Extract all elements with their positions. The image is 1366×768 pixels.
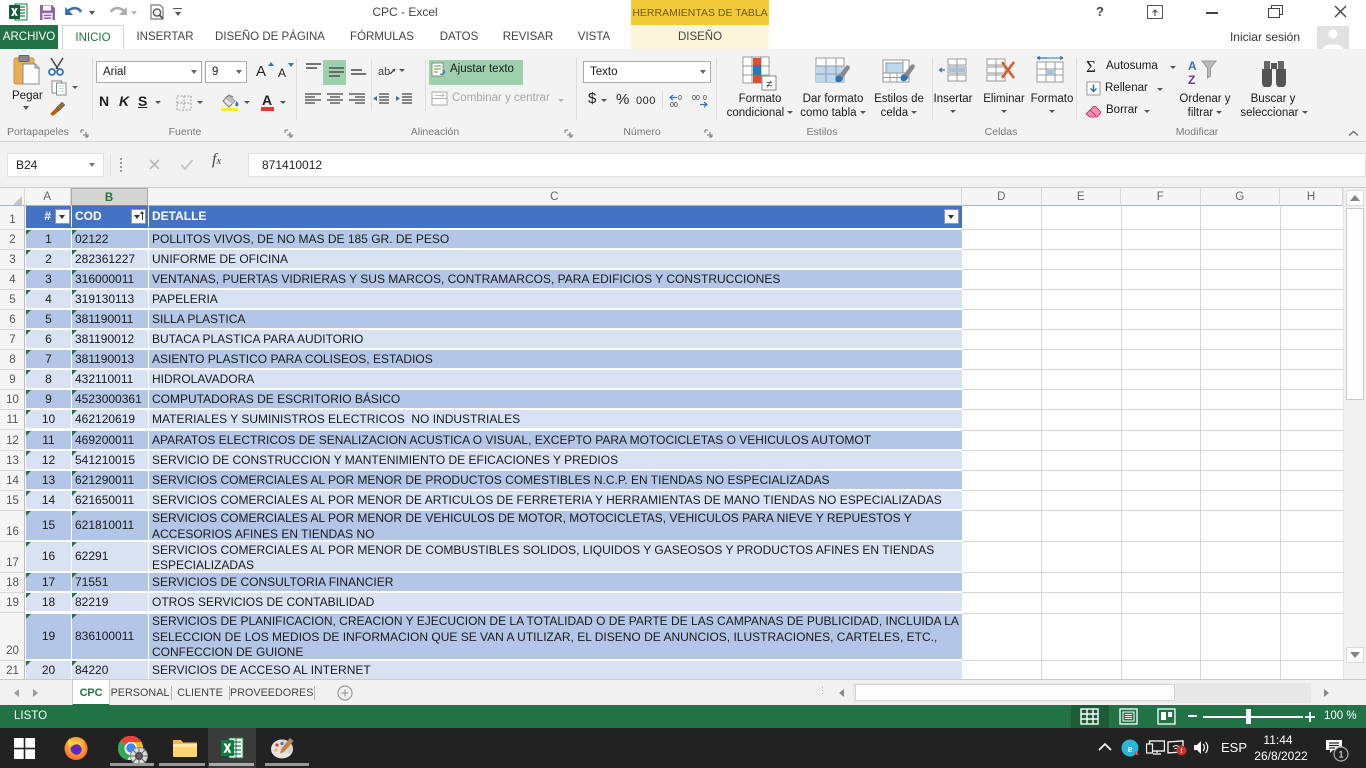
svg-text:≠: ≠ (766, 79, 772, 91)
svg-text:ab: ab (378, 66, 390, 78)
svg-text:!: ! (1136, 751, 1137, 756)
svg-text:A: A (1188, 59, 1197, 73)
svg-text:Z: Z (1188, 73, 1195, 87)
svg-text:00: 00 (692, 95, 700, 102)
svg-text:!: ! (1180, 746, 1183, 755)
svg-text:0: 0 (703, 95, 707, 102)
svg-text:00: 00 (670, 102, 678, 108)
svg-text:e: e (1128, 743, 1133, 755)
svg-text:0: 0 (678, 95, 682, 102)
svg-text:1: 1 (1338, 750, 1343, 761)
